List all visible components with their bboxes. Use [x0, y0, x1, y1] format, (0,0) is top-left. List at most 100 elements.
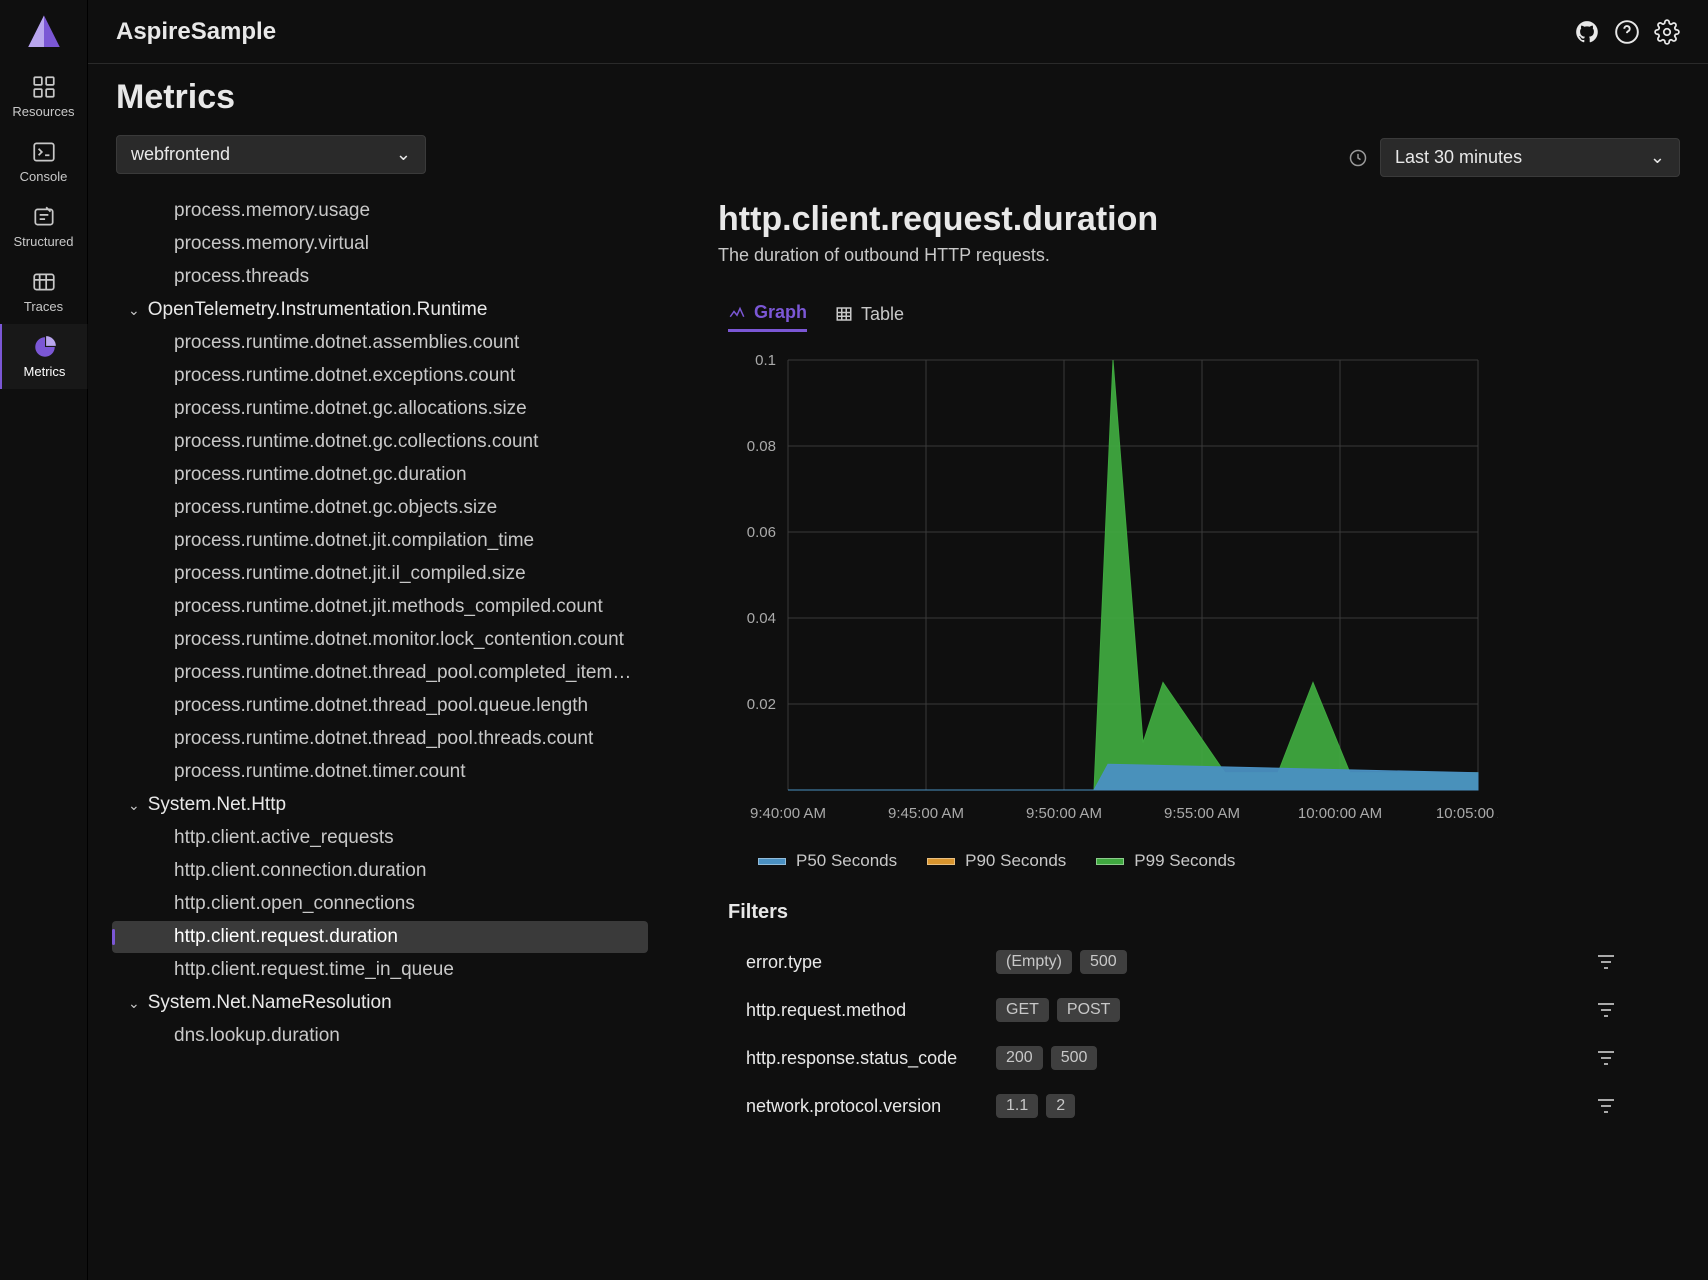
filter-icon[interactable]: [1594, 950, 1618, 974]
tree-leaf[interactable]: process.runtime.dotnet.gc.duration: [112, 459, 648, 491]
nav-metrics[interactable]: Metrics: [0, 324, 88, 389]
filter-row: error.type (Empty) 500: [718, 938, 1668, 986]
filter-values: 1.12: [996, 1094, 1574, 1118]
filter-name: http.request.method: [746, 1000, 976, 1021]
svg-text:0.04: 0.04: [747, 610, 776, 627]
filter-icon[interactable]: [1594, 998, 1618, 1022]
filter-badge[interactable]: GET: [996, 998, 1049, 1022]
tree-leaf[interactable]: http.client.open_connections: [112, 888, 648, 920]
svg-text:0.02: 0.02: [747, 696, 776, 713]
tree-leaf[interactable]: process.runtime.dotnet.thread_pool.threa…: [112, 723, 648, 755]
filter-row: http.response.status_code 200 500: [718, 1034, 1668, 1082]
tree-leaf[interactable]: process.runtime.dotnet.assemblies.count: [112, 327, 648, 359]
filter-values: (Empty) 500: [996, 950, 1574, 974]
tree-leaf[interactable]: http.client.request.time_in_queue: [112, 954, 648, 986]
tree-leaf[interactable]: process.runtime.dotnet.jit.methods_compi…: [112, 591, 648, 623]
metric-title: http.client.request.duration: [718, 200, 1668, 239]
filters-heading: Filters: [728, 901, 1668, 924]
filter-icon[interactable]: [1594, 1046, 1618, 1070]
tree-leaf[interactable]: process.runtime.dotnet.timer.count: [112, 756, 648, 788]
nav-resources-label: Resources: [12, 104, 74, 119]
svg-text:0.06: 0.06: [747, 524, 776, 541]
tree-leaf[interactable]: process.runtime.dotnet.monitor.lock_cont…: [112, 624, 648, 656]
github-icon[interactable]: [1574, 19, 1600, 45]
tree-leaf[interactable]: process.runtime.dotnet.exceptions.count: [112, 360, 648, 392]
tree-leaf[interactable]: process.runtime.dotnet.thread_pool.compl…: [112, 657, 648, 689]
tree-leaf[interactable]: process.runtime.dotnet.gc.collections.co…: [112, 426, 648, 458]
time-range-select[interactable]: Last 30 minutes ⌄: [1380, 138, 1680, 177]
filter-icon[interactable]: [1594, 1094, 1618, 1118]
tree-leaf[interactable]: process.runtime.dotnet.jit.compilation_t…: [112, 525, 648, 557]
nav-traces-label: Traces: [24, 299, 63, 314]
metric-description: The duration of outbound HTTP requests.: [718, 245, 1668, 266]
chevron-down-icon: ⌄: [1650, 147, 1665, 168]
nav-structured-label: Structured: [14, 234, 74, 249]
tree-leaf[interactable]: process.memory.usage: [112, 195, 648, 227]
nav-structured[interactable]: Structured: [0, 194, 88, 259]
filter-badge[interactable]: 200: [996, 1046, 1043, 1070]
resource-select[interactable]: webfrontend ⌄: [116, 135, 426, 174]
filter-name: error.type: [746, 952, 976, 973]
nav-rail: Resources Console Structured Traces Metr…: [0, 0, 88, 1280]
tree-leaf[interactable]: dns.lookup.duration: [112, 1020, 648, 1052]
tab-table[interactable]: Table: [835, 302, 904, 332]
metrics-tree[interactable]: process.memory.usageprocess.memory.virtu…: [108, 190, 668, 1280]
chart-container: 0.020.040.060.080.19:40:00 AM9:45:00 AM9…: [718, 350, 1668, 871]
tree-leaf[interactable]: process.runtime.dotnet.gc.objects.size: [112, 492, 648, 524]
legend-item[interactable]: P99 Seconds: [1096, 851, 1235, 871]
filter-badge[interactable]: POST: [1057, 998, 1121, 1022]
chart-legend: P50 Seconds P90 Seconds P99 Seconds: [718, 851, 1668, 871]
tree-leaf[interactable]: http.client.active_requests: [112, 822, 648, 854]
chevron-down-icon: ⌄: [396, 144, 411, 165]
nav-metrics-label: Metrics: [24, 364, 66, 379]
page-title: Metrics: [116, 78, 235, 117]
tree-leaf[interactable]: http.client.request.duration: [112, 921, 648, 953]
tree-leaf[interactable]: http.client.connection.duration: [112, 855, 648, 887]
tree-group-header[interactable]: ⌄OpenTelemetry.Instrumentation.Runtime: [108, 294, 668, 326]
filter-values: 200 500: [996, 1046, 1574, 1070]
svg-text:9:50:00 AM: 9:50:00 AM: [1026, 805, 1102, 822]
topbar: AspireSample: [88, 0, 1708, 64]
nav-console[interactable]: Console: [0, 129, 88, 194]
svg-text:0.1: 0.1: [755, 352, 776, 369]
filter-badge[interactable]: 1.1: [996, 1094, 1038, 1118]
legend-item[interactable]: P50 Seconds: [758, 851, 897, 871]
filter-badge[interactable]: (Empty): [996, 950, 1072, 974]
view-tabs: Graph Table: [728, 302, 1668, 332]
nav-resources[interactable]: Resources: [0, 64, 88, 129]
tree-leaf[interactable]: process.runtime.dotnet.thread_pool.queue…: [112, 690, 648, 722]
chevron-down-icon: ⌄: [128, 995, 140, 1012]
svg-text:10:05:00 AM: 10:05:00 AM: [1436, 805, 1498, 822]
help-icon[interactable]: [1614, 19, 1640, 45]
tree-leaf[interactable]: process.runtime.dotnet.jit.il_compiled.s…: [112, 558, 648, 590]
filter-list: error.type (Empty) 500 http.request.method G…: [718, 938, 1668, 1130]
tree-group-header[interactable]: ⌄System.Net.Http: [108, 789, 668, 821]
legend-item[interactable]: P90 Seconds: [927, 851, 1066, 871]
svg-text:9:55:00 AM: 9:55:00 AM: [1164, 805, 1240, 822]
nav-console-label: Console: [20, 169, 68, 184]
filter-badge[interactable]: 500: [1051, 1046, 1098, 1070]
nav-traces[interactable]: Traces: [0, 259, 88, 324]
filter-row: http.request.method GET POST: [718, 986, 1668, 1034]
settings-icon[interactable]: [1654, 19, 1680, 45]
tree-leaf[interactable]: process.runtime.dotnet.gc.allocations.si…: [112, 393, 648, 425]
tree-group-header[interactable]: ⌄System.Net.NameResolution: [108, 987, 668, 1019]
chevron-down-icon: ⌄: [128, 302, 140, 319]
app-title: AspireSample: [116, 18, 276, 46]
clock-icon: [1348, 148, 1368, 168]
svg-text:9:45:00 AM: 9:45:00 AM: [888, 805, 964, 822]
svg-text:10:00:00 AM: 10:00:00 AM: [1298, 805, 1382, 822]
app-logo: [23, 12, 65, 54]
tree-leaf[interactable]: process.memory.virtual: [112, 228, 648, 260]
filter-name: http.response.status_code: [746, 1048, 976, 1069]
tab-graph[interactable]: Graph: [728, 302, 807, 332]
filter-badge[interactable]: 500: [1080, 950, 1127, 974]
tree-leaf[interactable]: process.threads: [112, 261, 648, 293]
metric-detail: http.client.request.duration The duratio…: [668, 190, 1708, 1280]
chevron-down-icon: ⌄: [128, 797, 140, 814]
svg-text:0.08: 0.08: [747, 438, 776, 455]
metrics-chart: 0.020.040.060.080.19:40:00 AM9:45:00 AM9…: [718, 350, 1498, 830]
filter-values: GET POST: [996, 998, 1574, 1022]
filter-row: network.protocol.version1.12: [718, 1082, 1668, 1130]
filter-badge[interactable]: 2: [1046, 1094, 1075, 1118]
